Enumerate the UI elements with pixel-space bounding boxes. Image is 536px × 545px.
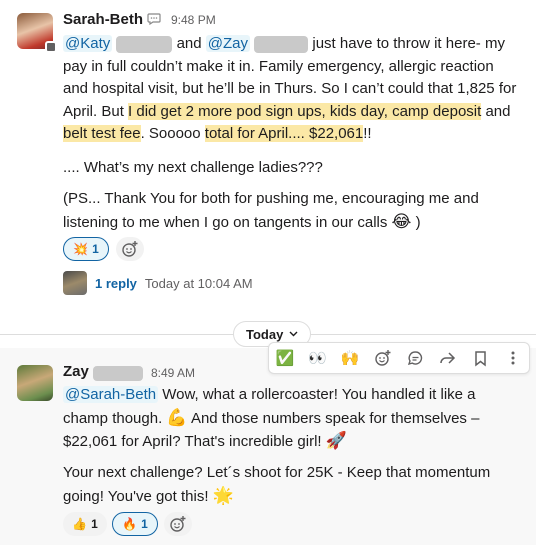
glowing-star-emoji: 🌟 xyxy=(212,485,234,505)
reply-count-link[interactable]: 1 reply xyxy=(95,276,137,291)
flexed-biceps-emoji: 💪 xyxy=(166,407,188,427)
add-reaction-button[interactable] xyxy=(116,237,144,261)
add-emoji-icon xyxy=(170,516,186,532)
add-reaction-button[interactable] xyxy=(164,512,192,536)
reaction-count: 1 xyxy=(91,517,98,531)
avatar-zay[interactable] xyxy=(17,365,53,401)
react-raised-hands-button[interactable]: 🙌 xyxy=(337,345,363,371)
share-button[interactable] xyxy=(435,345,461,371)
laughing-emoji: 😂 xyxy=(391,211,412,231)
mention-katy[interactable]: @Katy xyxy=(63,35,113,52)
react-check-button[interactable]: ✅ xyxy=(272,345,298,371)
forward-arrow-icon xyxy=(440,351,456,364)
redacted-name xyxy=(254,35,309,53)
reply-in-thread-button[interactable] xyxy=(402,345,428,371)
author-name[interactable]: Zay xyxy=(63,363,89,380)
speech-bubble-icon xyxy=(147,13,161,26)
message-paragraph: (PS... Thank You for both for pushing me… xyxy=(63,188,518,234)
check-mark-emoji: ✅ xyxy=(275,350,295,367)
reaction-collision[interactable]: 💥 1 xyxy=(63,237,109,261)
collision-emoji: 💥 xyxy=(73,242,89,256)
timestamp[interactable]: 8:49 AM xyxy=(151,366,195,380)
message-paragraph: Your next challenge? Let´s shoot for 25K… xyxy=(63,462,518,508)
react-eyes-button[interactable]: 👀 xyxy=(305,345,331,371)
add-emoji-icon xyxy=(375,350,391,366)
day-label: Today xyxy=(246,326,284,342)
highlighted-text: total for April.... $22,061 xyxy=(204,125,364,142)
highlighted-text: I did get 2 more pod sign ups, kids day,… xyxy=(128,102,482,120)
reaction-fire[interactable]: 🔥 1 xyxy=(112,512,158,536)
message-actions-toolbar: ✅ 👀 🙌 xyxy=(268,342,530,374)
chevron-down-icon xyxy=(289,331,298,337)
speech-bubble-icon xyxy=(407,350,422,365)
text: and xyxy=(485,102,511,120)
mention-zay[interactable]: @Zay xyxy=(205,35,251,52)
text: !! xyxy=(363,125,372,142)
add-reaction-button[interactable] xyxy=(370,345,396,371)
thumbs-up-emoji: 👍 xyxy=(72,517,88,531)
eyes-emoji: 👀 xyxy=(308,350,328,367)
message-body: @Katy and @Zay just have to throw it her… xyxy=(63,33,518,146)
redacted-name xyxy=(116,35,173,53)
vertical-ellipsis-icon xyxy=(511,351,515,365)
rocket-emoji: 🚀 xyxy=(325,431,347,450)
raised-hands-emoji: 🙌 xyxy=(340,350,360,367)
more-actions-button[interactable] xyxy=(500,345,526,371)
text: ) xyxy=(415,213,421,231)
text: and xyxy=(176,35,202,52)
timestamp[interactable]: 9:48 PM xyxy=(171,13,216,27)
message-body: @Sarah-Beth Wow, what a rollercoaster! Y… xyxy=(63,384,518,454)
last-reply-time: Today at 10:04 AM xyxy=(144,275,253,291)
reaction-count: 1 xyxy=(92,242,99,256)
redacted-name xyxy=(93,366,143,381)
text: . Sooooo xyxy=(140,125,201,142)
highlighted-text: belt test fee xyxy=(63,125,141,142)
presence-indicator xyxy=(45,41,57,53)
text: Your next challenge? Let´s shoot for 25K… xyxy=(63,464,491,505)
reaction-count: 1 xyxy=(141,517,148,531)
author-name[interactable]: Sarah-Beth xyxy=(63,11,143,28)
fire-emoji: 🔥 xyxy=(122,517,138,531)
save-button[interactable] xyxy=(467,345,493,371)
bookmark-icon xyxy=(475,350,486,367)
message-paragraph: .... What’s my next challenge ladies??? xyxy=(63,159,323,176)
add-emoji-icon xyxy=(122,241,138,257)
reaction-thumbs-up[interactable]: 👍 1 xyxy=(63,512,107,536)
mention-sarah-beth[interactable]: @Sarah-Beth xyxy=(63,386,159,403)
reply-avatar xyxy=(63,271,87,295)
thread-summary[interactable]: 1 reply Today at 10:04 AM xyxy=(63,271,253,295)
